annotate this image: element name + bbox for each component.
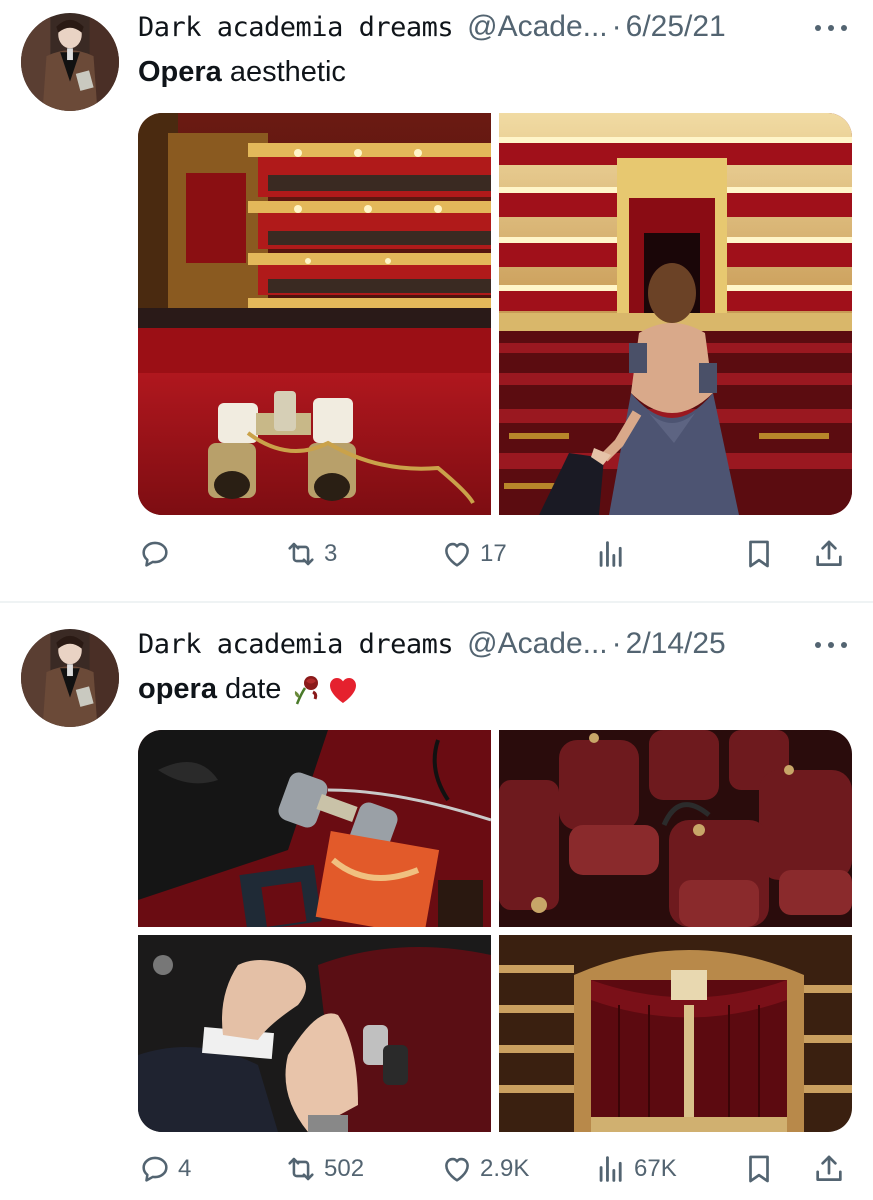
retweet-button[interactable]: 3 [284,536,337,572]
media-image[interactable] [138,113,491,515]
avatar[interactable] [21,13,119,111]
tweet-text-rest: date [224,673,282,705]
views-button[interactable]: 67K [594,1151,677,1187]
heart-icon [445,542,469,567]
tweet-text: Opera aesthetic [138,56,346,89]
view-count: 67K [634,1155,677,1182]
heart-icon [445,1157,469,1182]
like-count: 17 [480,540,507,567]
reply-icon [142,1156,168,1182]
share-button[interactable] [812,1151,846,1187]
reply-button[interactable] [138,536,178,572]
bookmark-button[interactable] [742,1151,776,1187]
tweet-text: opera date [138,673,359,706]
tweet-actions: 4 502 2.9K 67K [138,1151,858,1187]
author-name[interactable]: Dark academia dreams [138,629,454,660]
tweet-text-bold: Opera [138,56,222,88]
retweet-count: 3 [324,540,338,567]
media-image[interactable] [499,113,852,515]
retweet-count: 502 [324,1155,365,1182]
media-image[interactable] [499,730,852,927]
share-icon [816,1155,842,1181]
tweet-actions: 3 17 [138,536,858,572]
reply-button[interactable]: 4 [138,1151,191,1187]
like-count: 2.9K [480,1155,530,1182]
tweet-header: Dark academia dreams @Acade... · 6/25/21 [138,10,726,44]
views-icon [599,1156,622,1182]
tweet-header: Dark academia dreams @Acade... · 2/14/25 [138,627,726,661]
views-icon [599,541,622,567]
bookmark-button[interactable] [742,536,776,572]
separator: · [611,627,622,660]
media-image[interactable] [499,935,852,1132]
reply-count: 4 [178,1155,192,1182]
tweet-text-rest: aesthetic [229,56,346,88]
bookmark-icon [749,1155,769,1183]
media-image[interactable] [138,935,491,1132]
more-icon[interactable] [815,18,847,38]
bookmark-icon [749,540,769,568]
media-image[interactable] [138,730,491,927]
more-icon[interactable] [815,635,847,655]
retweet-icon [288,1157,314,1181]
retweet-button[interactable]: 502 [284,1151,364,1187]
wilted-rose-emoji [295,675,319,704]
red-heart-emoji [330,677,357,703]
media-grid [138,113,852,515]
like-button[interactable]: 17 [440,536,507,572]
author-handle[interactable]: @Acade... [467,627,608,661]
author-name[interactable]: Dark academia dreams [138,12,454,43]
author-handle[interactable]: @Acade... [467,10,608,44]
avatar[interactable] [21,629,119,727]
retweet-icon [288,542,314,566]
tweet-text-bold: opera [138,673,217,705]
share-button[interactable] [812,536,846,572]
views-button[interactable] [594,536,634,572]
like-button[interactable]: 2.9K [440,1151,529,1187]
tweet-date[interactable]: 2/14/25 [626,627,726,661]
tweet-date[interactable]: 6/25/21 [626,10,726,44]
tweet[interactable]: Dark academia dreams @Acade... · 2/14/25… [0,603,873,1200]
media-grid [138,730,852,1132]
share-icon [816,540,842,566]
tweet[interactable]: Dark academia dreams @Acade... · 6/25/21… [0,0,873,602]
separator: · [611,10,622,43]
reply-icon [142,541,168,567]
